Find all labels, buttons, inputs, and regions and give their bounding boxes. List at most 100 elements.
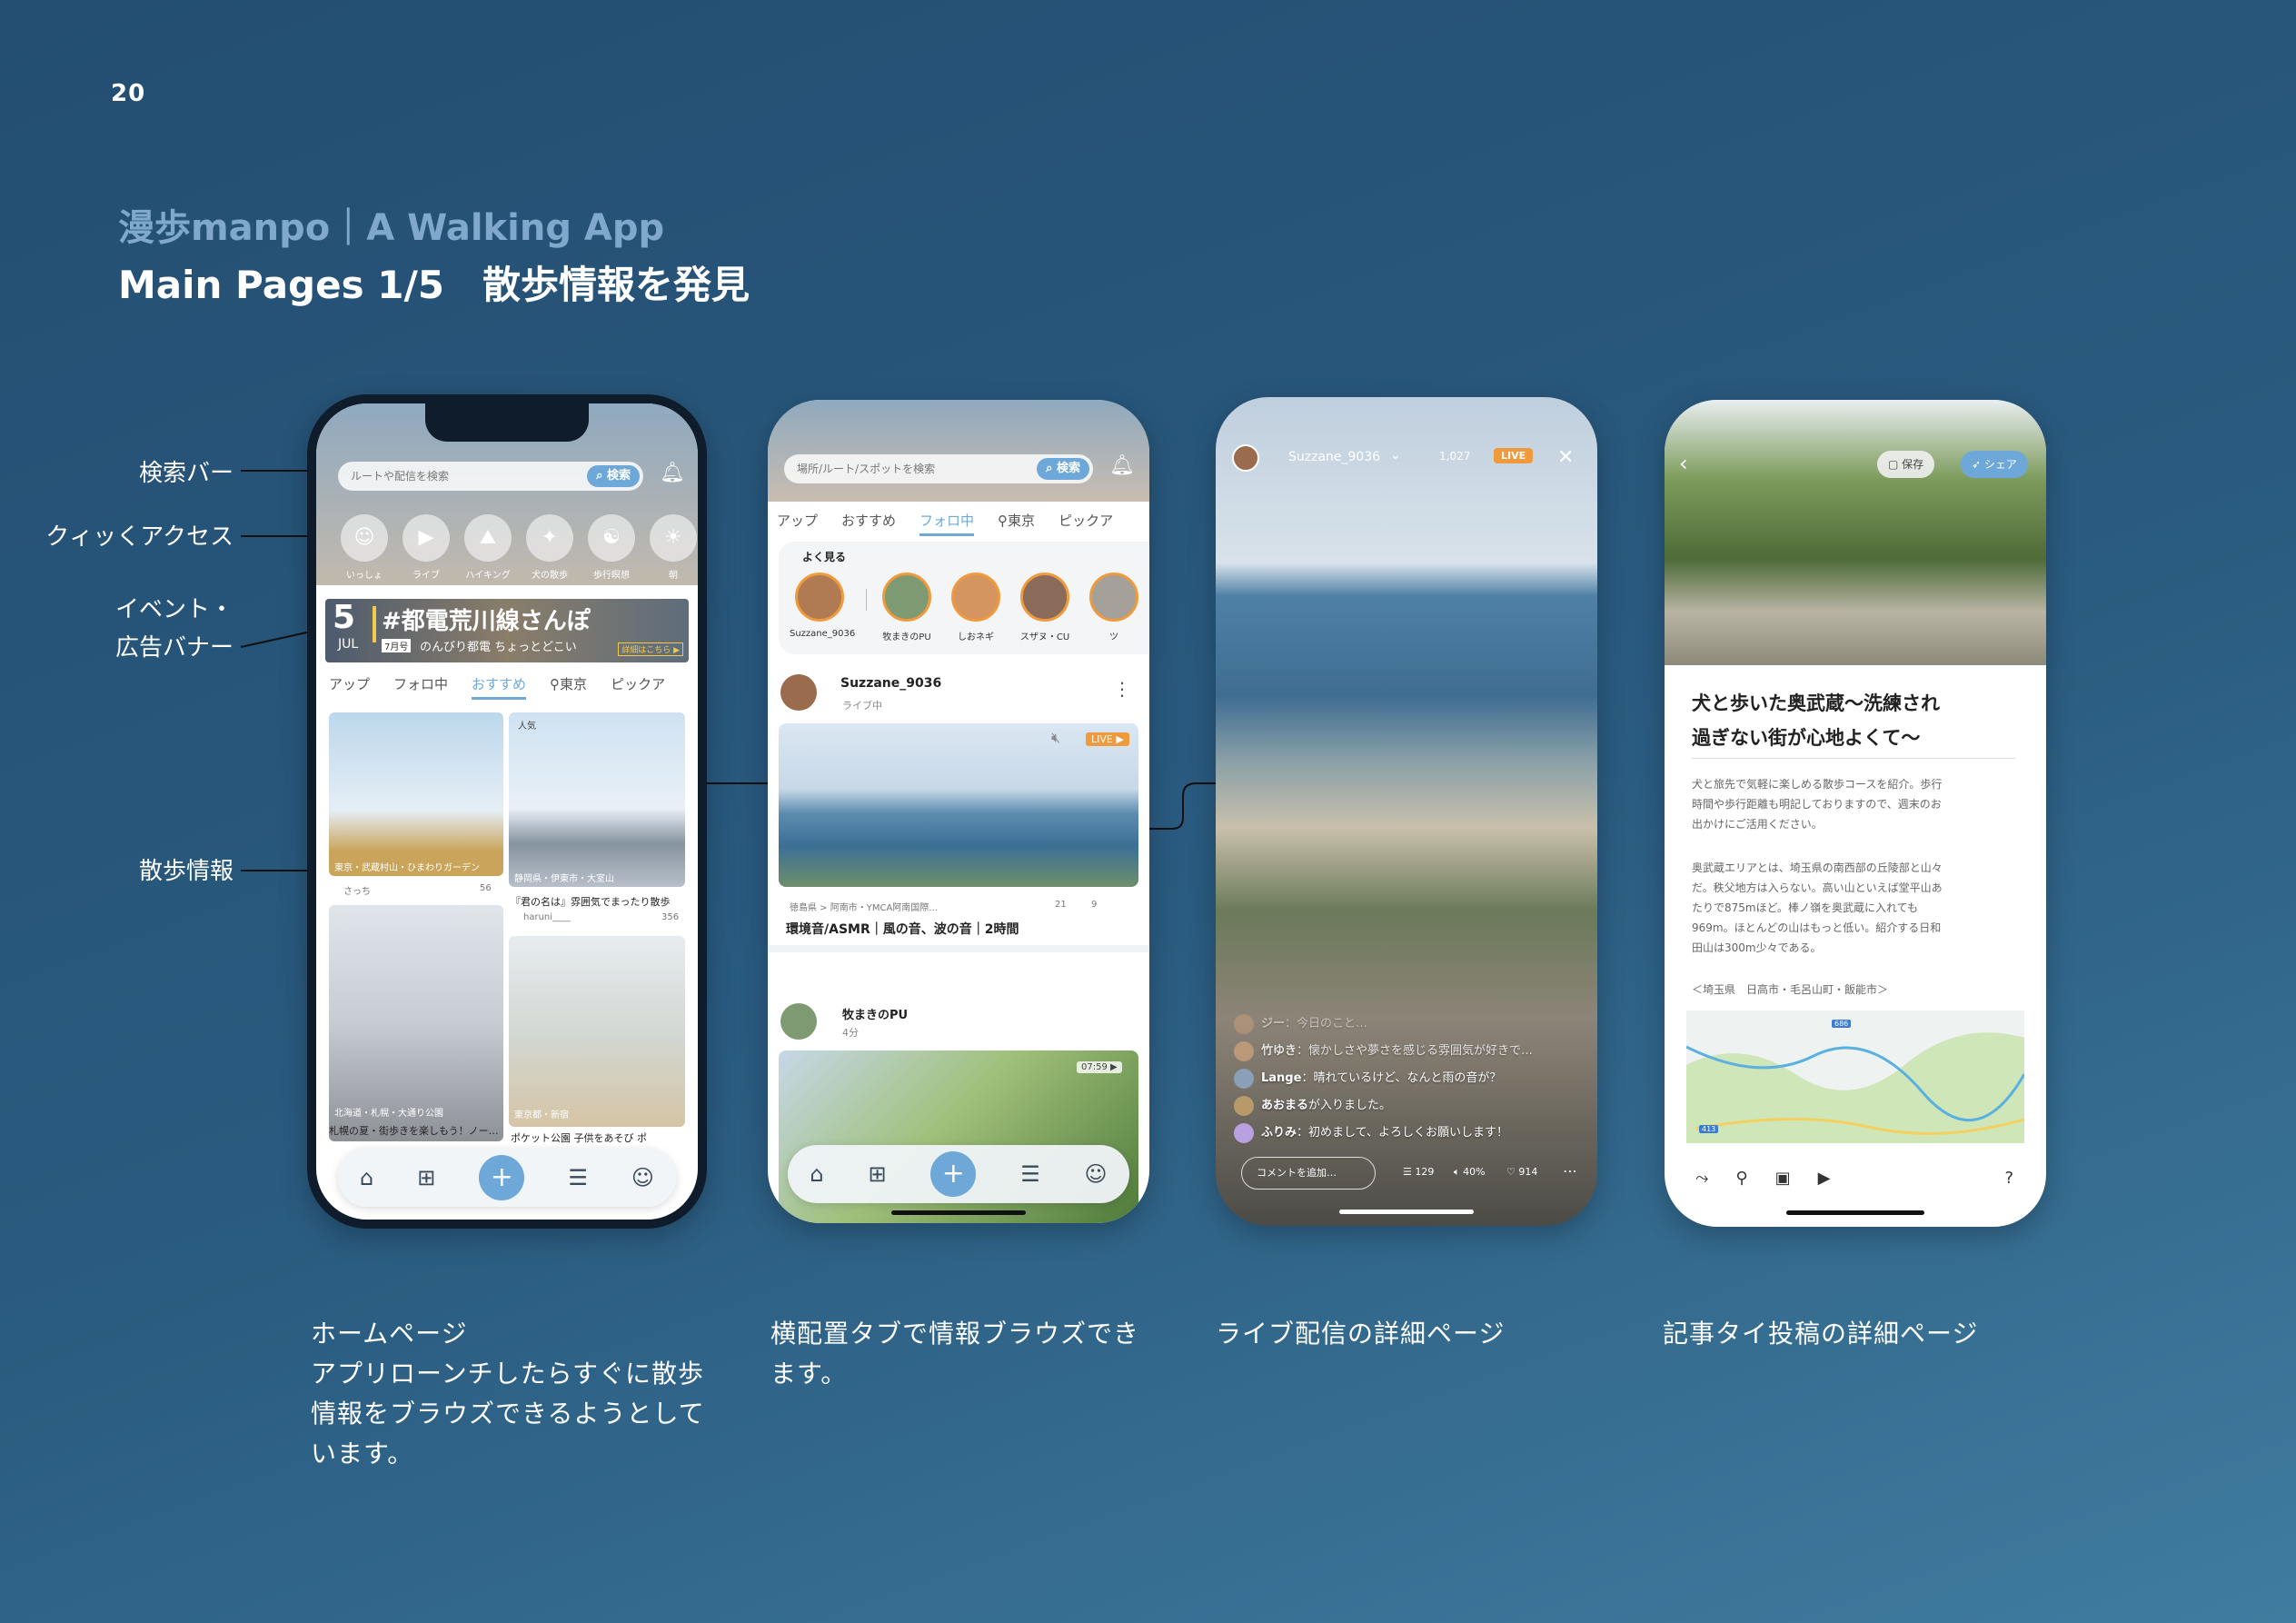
story-1[interactable]: 牧まきのPU	[877, 573, 937, 642]
volume-stat[interactable]: 🔈︎ 40%	[1454, 1166, 1486, 1179]
map-icon[interactable]: ⊞	[417, 1165, 435, 1190]
walk-card-2-title: 札幌の夏・街歩きを楽しもう！ノー…	[329, 1125, 499, 1137]
desc-live: ライブ配信の詳細ページ	[1216, 1314, 1505, 1354]
walk-card-2-location: 北海道・札幌・大通り公園	[334, 1109, 443, 1119]
profile-icon[interactable]: ☺	[631, 1165, 654, 1190]
article-para-1: 犬と旅先で気軽に楽しめる散歩コースを紹介。歩行 時間や歩行距離も明記しております…	[1692, 774, 1942, 834]
video-icon[interactable]: ▶	[1818, 1169, 1831, 1188]
post-1-title: 環境音/ASMR｜風の音、波の音｜2時間	[786, 922, 1019, 937]
walk-card-1[interactable]	[509, 712, 685, 887]
pin-icon[interactable]: ⚲	[1735, 1169, 1747, 1188]
event-banner[interactable]: 5 JUL #都電荒川線さんぽ 7月号 のんびり都電 ちょっとどこい 詳細はこち…	[325, 599, 689, 662]
quick-access-4[interactable]: ☯ 歩行瞑想	[587, 514, 636, 581]
more-icon[interactable]: ⋮	[1113, 678, 1131, 700]
list-icon[interactable]: ☰	[1020, 1161, 1040, 1187]
live-user-name[interactable]: Suzzane_9036	[1288, 450, 1380, 464]
tab-follow[interactable]: フォロ中	[919, 511, 975, 536]
walk-card-1-title: 『君の名は』雰囲気でまったり散歩	[511, 896, 671, 908]
quick-access-1[interactable]: ▶ ライブ	[402, 514, 451, 581]
likes-stat[interactable]: ♡ 914	[1506, 1166, 1537, 1178]
quick-access-5[interactable]: ☀ 朝	[649, 514, 698, 581]
tab-up[interactable]: アップ	[777, 511, 818, 536]
post-2-user[interactable]: 牧まきのPU	[842, 1005, 908, 1022]
post-2-avatar[interactable]	[780, 1003, 817, 1040]
para-line: 時間や歩行距離も明記しておりますので、週末のお	[1692, 798, 1942, 811]
comment-input[interactable]: コメントを追加…	[1241, 1157, 1376, 1190]
story-name: Suzzane_9036	[790, 629, 856, 639]
story-0[interactable]: Suzzane_9036	[790, 573, 855, 639]
post-1-user[interactable]: Suzzane_9036	[840, 676, 941, 691]
route-icon[interactable]: ⤳	[1695, 1169, 1708, 1188]
tab-recommend[interactable]: おすすめ	[472, 674, 527, 700]
chat-text: 今日のこと…	[1297, 1017, 1368, 1031]
more-icon[interactable]: ⋯	[1563, 1162, 1577, 1180]
help-icon[interactable]: ?	[2004, 1169, 2013, 1188]
search-button[interactable]: ⌕ 検索	[587, 465, 640, 487]
back-icon[interactable]: ‹	[1679, 451, 1688, 476]
map-icon[interactable]: ⊞	[868, 1161, 886, 1187]
chat-line-2: Lange：晴れているけど、なんと雨の音が？	[1234, 1068, 1501, 1089]
quick-access-label: いっしょ	[346, 571, 383, 581]
quick-access-3[interactable]: ✦ 犬の散歩	[525, 514, 574, 581]
tab-tokyo[interactable]: ⚲東京	[998, 511, 1035, 536]
walk-card-1-views: 356	[661, 912, 680, 922]
story-name: スザヌ・CU	[1019, 632, 1070, 642]
avatar	[1234, 1068, 1254, 1089]
story-2[interactable]: しおネギ	[946, 573, 1006, 642]
post-1-comments: 9	[1091, 900, 1098, 910]
search-input[interactable]: ルートや配信を検索 ⌕ 検索	[338, 462, 643, 491]
bell-icon[interactable]: 🔔︎	[1109, 454, 1135, 477]
post-1-image[interactable]	[779, 723, 1138, 887]
tab-tokyo[interactable]: ⚲東京	[550, 674, 587, 700]
desc-line: ライブ配信の詳細ページ	[1216, 1319, 1506, 1349]
search-button[interactable]: ⌕ 検索	[1037, 458, 1089, 480]
desc-line: ます。	[770, 1359, 848, 1389]
home-icon[interactable]: ⌂	[360, 1165, 373, 1190]
mute-icon[interactable]: 🔇︎	[1051, 729, 1060, 747]
add-button[interactable]: +	[479, 1155, 525, 1200]
post-2-time: 4分	[842, 1027, 859, 1039]
save-button[interactable]: ▢ 保存	[1877, 451, 1935, 478]
quick-access-0[interactable]: ☺ いっしょ	[340, 514, 389, 581]
profile-icon[interactable]: ☺	[1085, 1161, 1108, 1187]
post-1-avatar[interactable]	[780, 674, 817, 711]
quick-access-2[interactable]: ⛰ ハイキング	[463, 514, 512, 581]
share-button[interactable]: ➶ シェア	[1961, 451, 2028, 478]
search-input[interactable]: 場所/ルート/スポットを検索 ⌕ 検索	[784, 454, 1093, 483]
story-4[interactable]: ツ	[1084, 573, 1144, 642]
bottom-nav: ⌂ ⊞ + ☰ ☺	[338, 1149, 676, 1207]
banner-divider	[373, 606, 376, 642]
tab-pickup[interactable]: ピックア	[1059, 511, 1113, 536]
avatar	[951, 573, 1000, 622]
article-area: ＜埼玉県 日高市・毛呂山町・飯能市＞	[1692, 983, 1889, 996]
live-user-avatar[interactable]	[1232, 444, 1259, 472]
image-icon[interactable]: ▣	[1775, 1169, 1791, 1188]
chevron-down-icon[interactable]: ⌄	[1390, 448, 1401, 463]
avatar	[882, 573, 931, 622]
comments-stat[interactable]: ☰ 129	[1403, 1166, 1434, 1178]
home-indicator	[1786, 1210, 1924, 1215]
follow-header-bg	[768, 400, 1149, 502]
close-icon[interactable]: ✕	[1557, 446, 1574, 469]
quick-access-label: ライブ	[412, 571, 440, 581]
route-map[interactable]: 686 413	[1686, 1011, 2024, 1143]
walk-card-0[interactable]	[329, 712, 503, 876]
post-1-status: ライブ中	[842, 700, 882, 712]
post-divider	[768, 945, 1149, 952]
bell-icon[interactable]: 🔔︎	[660, 462, 685, 484]
add-button[interactable]: +	[930, 1151, 977, 1197]
story-3[interactable]: スザヌ・CU	[1015, 573, 1075, 642]
title-divider	[1692, 758, 2015, 759]
home-indicator	[1339, 1210, 1474, 1214]
para-line: 犬と旅先で気軽に楽しめる散歩コースを紹介。歩行	[1692, 778, 1943, 791]
tab-recommend[interactable]: おすすめ	[841, 511, 896, 536]
tab-up[interactable]: アップ	[329, 674, 370, 700]
banner-cta[interactable]: 詳細はこちら ▶	[618, 642, 683, 656]
walk-card-3[interactable]	[509, 936, 685, 1127]
story-name: 牧まきのPU	[882, 632, 931, 642]
tab-pickup[interactable]: ピックア	[611, 674, 665, 700]
tab-follow[interactable]: フォロ中	[393, 674, 448, 700]
list-icon[interactable]: ☰	[568, 1165, 588, 1190]
quick-access-label: 歩行瞑想	[593, 571, 630, 581]
home-icon[interactable]: ⌂	[810, 1161, 823, 1187]
